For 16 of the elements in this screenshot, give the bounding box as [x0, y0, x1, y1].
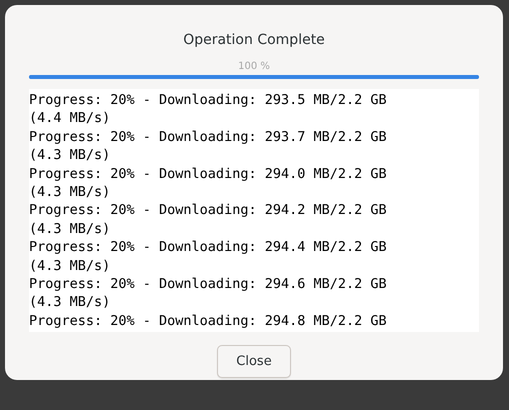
log-line: Progress: 20% - Downloading: 294.4 MB/2.2 GB: [29, 238, 388, 257]
progress-percentage: 100 %: [237, 61, 271, 73]
log-line: (4.3 MB/s): [29, 220, 112, 238]
log-line: Progress: 20% - Downloading: 294.6 MB/2.2 GB: [29, 275, 388, 294]
log-line: (4.3 MB/s): [29, 293, 112, 312]
log-line: (4.3 MB/s): [29, 256, 112, 276]
log-line: Progress: 20% - Downloading: 293.7 MB/2.2 GB: [29, 128, 388, 146]
log-line: (4.4 MB/s): [29, 109, 112, 128]
log-line: Progress: 20% - Downloading: 294.8 MB/2.2 GB: [29, 312, 388, 330]
log-line: Progress: 20% - Downloading: 294.2 MB/2.2 GB: [29, 201, 388, 220]
close-button[interactable]: Close: [217, 345, 291, 378]
log-line: (4.3 MB/s): [29, 146, 112, 165]
log-line: Progress: 20% - Downloading: 294.0 MB/2.2 GB: [29, 164, 388, 184]
log-line: Progress: 20% - Downloading: 293.5 MB/2.2 GB: [29, 91, 388, 110]
log-line: (4.3 MB/s): [29, 183, 112, 202]
dialog-title: Operation Complete: [182, 31, 326, 49]
